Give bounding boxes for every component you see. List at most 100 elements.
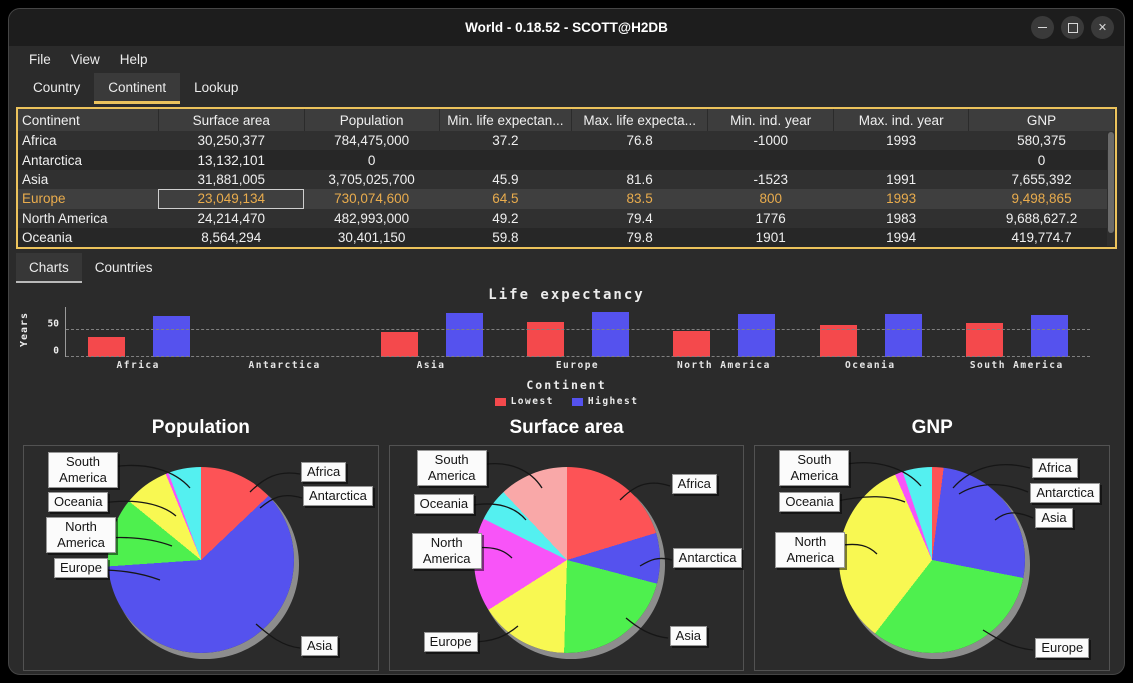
gridline	[66, 329, 1090, 330]
column-header[interactable]: Min. ind. year	[708, 109, 834, 131]
table-row[interactable]: Europe23,049,134730,074,60064.583.580019…	[18, 189, 1115, 208]
bar-group	[944, 307, 1090, 357]
table-cell: 49.2	[439, 209, 572, 228]
tab-lookup[interactable]: Lookup	[180, 73, 252, 104]
legend-item: Highest	[572, 396, 639, 407]
pie-label-antarctica: Antarctica	[303, 486, 373, 506]
bar	[673, 331, 710, 358]
surface-area-pie-panel: South America Oceania North America Euro…	[389, 445, 745, 671]
column-header[interactable]: GNP	[969, 109, 1115, 131]
tab-charts[interactable]: Charts	[16, 253, 82, 283]
x-tick-label: Antarctica	[211, 360, 357, 371]
table-cell: 1776	[708, 209, 834, 228]
x-tick-label: Oceania	[797, 360, 943, 371]
column-header[interactable]: Surface area	[158, 109, 304, 131]
x-axis-tick-labels: AfricaAntarcticaAsiaEuropeNorth AmericaO…	[65, 360, 1090, 371]
close-button[interactable]: ✕	[1091, 16, 1114, 39]
pie-title-surface-area: Surface area	[389, 417, 745, 439]
x-tick-label: Africa	[65, 360, 211, 371]
column-header[interactable]: Population	[304, 109, 439, 131]
tab-country[interactable]: Country	[19, 73, 94, 104]
bar-group	[651, 307, 797, 357]
table-cell: 1993	[834, 131, 969, 150]
table-cell: 79.8	[572, 228, 708, 247]
table-cell: Asia	[18, 170, 158, 189]
continent-table: ContinentSurface areaPopulationMin. life…	[16, 107, 1117, 249]
pie-titles: Population Surface area GNP	[23, 417, 1110, 439]
table-row[interactable]: Oceania8,564,29430,401,15059.879.8190119…	[18, 228, 1115, 247]
y-tick-label: 50	[48, 319, 59, 330]
table-cell: 784,475,000	[304, 131, 439, 150]
window-title: World - 0.18.52 - SCOTT@H2DB	[9, 20, 1124, 35]
table-cell: Oceania	[18, 228, 158, 247]
table-scrollbar[interactable]	[1107, 132, 1115, 246]
table-row[interactable]: Antarctica13,132,10100	[18, 150, 1115, 169]
pie-label-north-america: North America	[775, 532, 845, 567]
menubar: File View Help	[9, 46, 1124, 73]
bar-chart-title: Life expectancy	[9, 287, 1124, 303]
pie-title-population: Population	[23, 417, 379, 439]
maximize-button[interactable]	[1061, 16, 1084, 39]
table-header-row: ContinentSurface areaPopulationMin. life…	[18, 109, 1115, 131]
table-row[interactable]: Africa30,250,377784,475,00037.276.8-1000…	[18, 131, 1115, 150]
bar	[1031, 315, 1068, 357]
pie-label-asia: Asia	[1035, 508, 1072, 528]
table-cell: 30,401,150	[304, 228, 439, 247]
column-header[interactable]: Continent	[18, 109, 158, 131]
bar-group	[797, 307, 943, 357]
bar	[885, 314, 922, 357]
maximize-icon	[1068, 23, 1078, 33]
table-cell: -1000	[708, 131, 834, 150]
close-icon: ✕	[1098, 21, 1107, 34]
table-cell: 0	[304, 150, 439, 169]
table-cell: 0	[969, 150, 1115, 169]
pie-label-europe: Europe	[1035, 638, 1089, 658]
pie-label-asia: Asia	[670, 626, 707, 646]
column-header[interactable]: Max. ind. year	[834, 109, 969, 131]
pie-label-south-america: South America	[779, 450, 849, 485]
main-tabbar: Country Continent Lookup	[9, 73, 1124, 104]
tab-countries[interactable]: Countries	[82, 253, 166, 283]
table-cell: 24,214,470	[158, 209, 304, 228]
table-cell: 83.5	[572, 189, 708, 208]
table-cell: 59.8	[439, 228, 572, 247]
titlebar[interactable]: World - 0.18.52 - SCOTT@H2DB ✕	[9, 9, 1124, 46]
bar-chart: Years 50 0	[19, 307, 1090, 357]
table-cell: 1983	[834, 209, 969, 228]
table-body: Africa30,250,377784,475,00037.276.8-1000…	[18, 131, 1115, 247]
table-cell: 13,132,101	[158, 150, 304, 169]
table-cell: 1901	[708, 228, 834, 247]
table-row[interactable]: Asia31,881,0053,705,025,70045.981.6-1523…	[18, 170, 1115, 189]
y-axis-ticks: 50 0	[35, 307, 65, 357]
tab-continent[interactable]: Continent	[94, 73, 180, 104]
x-tick-label: North America	[651, 360, 797, 371]
y-tick-label: 0	[53, 346, 59, 357]
pie-label-antarctica: Antarctica	[673, 548, 743, 568]
legend-swatch	[572, 398, 583, 406]
table-cell: 419,774.7	[969, 228, 1115, 247]
minimize-button[interactable]	[1031, 16, 1054, 39]
bar	[381, 332, 418, 357]
table-row[interactable]: North America24,214,470482,993,00049.279…	[18, 209, 1115, 228]
menu-view[interactable]: View	[63, 49, 108, 70]
column-header[interactable]: Min. life expectan...	[439, 109, 572, 131]
scrollbar-thumb[interactable]	[1108, 132, 1114, 233]
bar	[527, 322, 564, 357]
bar	[153, 316, 190, 358]
x-tick-label: South America	[944, 360, 1090, 371]
bar-group	[66, 307, 212, 357]
legend-swatch	[495, 398, 506, 406]
table-cell: 1994	[834, 228, 969, 247]
pie-label-south-america: South America	[417, 450, 487, 485]
menu-help[interactable]: Help	[112, 49, 156, 70]
menu-file[interactable]: File	[21, 49, 59, 70]
table-cell	[708, 150, 834, 169]
sub-tabbar: Charts Countries	[9, 253, 1124, 283]
table-cell: -1523	[708, 170, 834, 189]
table-cell: 8,564,294	[158, 228, 304, 247]
table-cell: 79.4	[572, 209, 708, 228]
column-header[interactable]: Max. life expecta...	[572, 109, 708, 131]
table-cell: Antarctica	[18, 150, 158, 169]
pie-label-north-america: North America	[412, 533, 482, 568]
y-axis-label: Years	[19, 307, 35, 357]
